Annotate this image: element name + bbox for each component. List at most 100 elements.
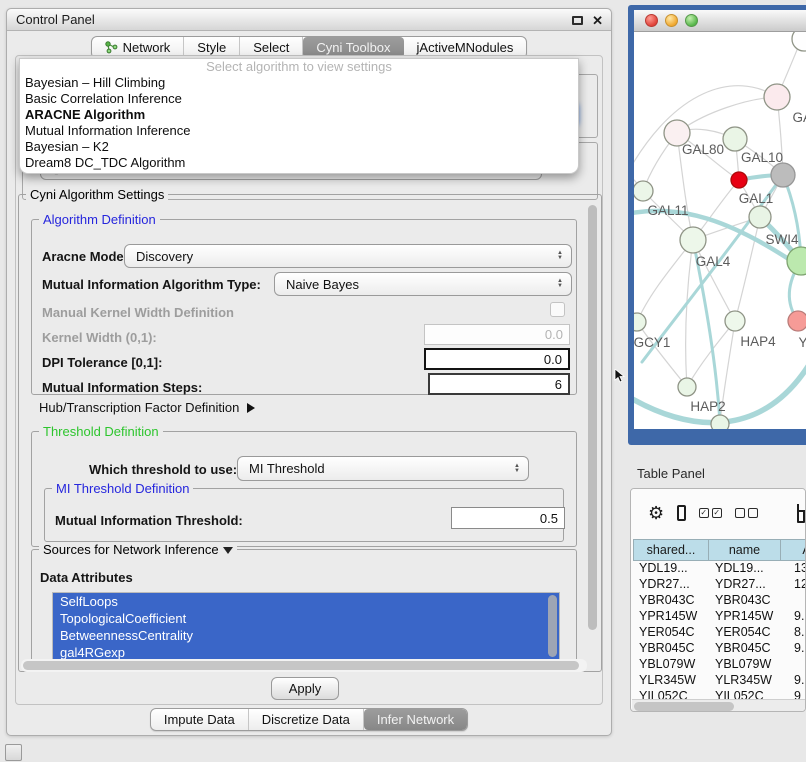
mi-steps-field[interactable]: 6	[428, 373, 570, 395]
dpi-tolerance-field[interactable]: 0.0	[424, 348, 570, 370]
table-cell[interactable]: YBR043C	[633, 593, 709, 609]
table-cell[interactable]: YBL079W	[633, 657, 709, 673]
node[interactable]	[711, 415, 729, 429]
expanded-arrow-icon[interactable]	[223, 547, 233, 554]
table-cell[interactable]: YBR045C	[709, 641, 781, 657]
list-scrollbar-thumb[interactable]	[548, 595, 557, 657]
list-item[interactable]: TopologicalCoefficient	[53, 610, 559, 627]
table-cell[interactable]: YLR345W	[633, 673, 709, 689]
table-cell[interactable]: YPR145W	[709, 609, 781, 625]
node[interactable]	[792, 32, 806, 51]
apply-button[interactable]: Apply	[271, 677, 339, 700]
table-row[interactable]: YPR145WYPR145W9.	[633, 609, 806, 625]
popup-item[interactable]: Bayesian – K2	[20, 139, 578, 155]
network-window-titlebar[interactable]	[634, 10, 806, 32]
table-horizontal-scrollbar[interactable]	[632, 699, 806, 712]
list-item[interactable]: SelfLoops	[53, 593, 559, 610]
node-gal[interactable]	[764, 84, 790, 110]
table-cell[interactable]: YBR045C	[633, 641, 709, 657]
table-row[interactable]: YBR045CYBR045C9.	[633, 641, 806, 657]
network-canvas[interactable]: GAL GAL80 GAL10 GAL1 GAL11 SWI4 GAL4 GCY…	[634, 32, 806, 429]
table-row[interactable]: YLR345WYLR345W9.	[633, 673, 806, 689]
popup-item[interactable]: Basic Correlation Inference	[20, 91, 578, 107]
data-attributes-list[interactable]: SelfLoops TopologicalCoefficient Between…	[52, 592, 560, 660]
list-item[interactable]: gal4RGexp	[53, 644, 559, 660]
table-row[interactable]: YBR043CYBR043C	[633, 593, 806, 609]
table-row[interactable]: YER054CYER054C8.	[633, 625, 806, 641]
node-hap4[interactable]	[725, 311, 745, 331]
zoom-traffic-light-icon[interactable]	[685, 14, 698, 27]
table-panel: ⚙ ✓ ✓ shared... name A YDL19...YDL19...1…	[630, 488, 806, 712]
node-hap2[interactable]	[678, 378, 696, 396]
gear-icon[interactable]: ⚙	[648, 504, 664, 522]
table-cell[interactable]: 12	[781, 577, 806, 593]
minimize-traffic-light-icon[interactable]	[665, 14, 678, 27]
table-cell[interactable]: YER054C	[633, 625, 709, 641]
popup-item[interactable]: Dream8 DC_TDC Algorithm	[20, 155, 578, 171]
table-row[interactable]: YDL19...YDL19...13	[633, 561, 806, 577]
node-salmon-y[interactable]	[788, 311, 806, 331]
table-cell[interactable]: YPR145W	[633, 609, 709, 625]
popup-item-selected[interactable]: ARACNE Algorithm	[20, 107, 578, 123]
popup-item[interactable]: Bayesian – Hill Climbing	[20, 75, 578, 91]
node-label: GAL10	[741, 150, 783, 165]
table-cell[interactable]	[781, 657, 806, 673]
table-cell[interactable]: 9.	[781, 609, 806, 625]
table-cell[interactable]: YDL19...	[633, 561, 709, 577]
mi-algorithm-type-label: Mutual Information Algorithm Type:	[42, 277, 261, 292]
close-icon[interactable]: ✕	[592, 14, 603, 27]
columns-icon[interactable]	[677, 505, 686, 521]
node-gal4[interactable]	[680, 227, 706, 253]
settings-horizontal-scrollbar[interactable]	[21, 659, 587, 672]
table-cell[interactable]: 9.	[781, 673, 806, 689]
node-label: HAP2	[690, 399, 725, 414]
export-table-icon[interactable]	[797, 504, 805, 523]
table-cell[interactable]: YDR27...	[633, 577, 709, 593]
table-row[interactable]: YBL079WYBL079W	[633, 657, 806, 673]
node-gray[interactable]	[771, 163, 795, 187]
manual-kernel-width-checkbox[interactable]	[550, 302, 565, 317]
scrollbar-thumb[interactable]	[23, 661, 579, 670]
settings-vertical-scrollbar[interactable]	[586, 201, 599, 665]
which-threshold-combobox[interactable]: MI Threshold ▲▼	[237, 456, 529, 481]
table-cell[interactable]	[781, 593, 806, 609]
collapsed-arrow-icon[interactable]	[247, 403, 255, 413]
node-gal11[interactable]	[634, 181, 653, 201]
table-cell[interactable]: 8.	[781, 625, 806, 641]
tab-impute-data[interactable]: Impute Data	[151, 709, 249, 730]
mi-algorithm-type-combobox[interactable]: Naive Bayes ▲▼	[274, 272, 572, 296]
table-cell[interactable]: 9.	[781, 641, 806, 657]
tab-discretize-data[interactable]: Discretize Data	[249, 709, 364, 730]
scrollbar-thumb[interactable]	[634, 702, 734, 711]
restore-icon[interactable]	[572, 16, 583, 25]
node-red-gal1[interactable]	[731, 172, 747, 188]
tab-infer-network[interactable]: Infer Network	[364, 709, 467, 730]
hub-transcription-section[interactable]: Hub/Transcription Factor Definition	[39, 400, 255, 415]
node-gcy1[interactable]	[634, 313, 646, 331]
column-header[interactable]: A	[781, 539, 806, 561]
table-cell[interactable]: YBL079W	[709, 657, 781, 673]
popup-item[interactable]: Mutual Information Inference	[20, 123, 578, 139]
column-header[interactable]: name	[709, 539, 781, 561]
sources-title[interactable]: Sources for Network Inference	[39, 542, 237, 557]
aracne-mode-combobox[interactable]: Discovery ▲▼	[124, 244, 572, 268]
table-cell[interactable]: YBR043C	[709, 593, 781, 609]
scrollbar-thumb[interactable]	[588, 205, 597, 630]
minimized-panel-icon[interactable]	[5, 744, 22, 761]
table-cell[interactable]: YDR27...	[709, 577, 781, 593]
close-traffic-light-icon[interactable]	[645, 14, 658, 27]
select-all-icon[interactable]: ✓ ✓	[699, 508, 722, 518]
mi-threshold-field[interactable]: 0.5	[451, 507, 565, 529]
node-gal10[interactable]	[723, 127, 747, 151]
table-cell[interactable]: YDL19...	[709, 561, 781, 577]
deselect-all-icon[interactable]	[735, 508, 758, 518]
network-view-window[interactable]: GAL GAL80 GAL10 GAL1 GAL11 SWI4 GAL4 GCY…	[628, 5, 806, 445]
table-cell[interactable]: 13	[781, 561, 806, 577]
table-cell[interactable]: YER054C	[709, 625, 781, 641]
table-cell[interactable]: YLR345W	[709, 673, 781, 689]
list-item[interactable]: BetweennessCentrality	[53, 627, 559, 644]
node-swi4[interactable]	[749, 206, 771, 228]
table-row[interactable]: YDR27...YDR27...12	[633, 577, 806, 593]
column-header[interactable]: shared...	[633, 539, 709, 561]
kernel-width-field[interactable]: 0.0	[424, 324, 570, 345]
